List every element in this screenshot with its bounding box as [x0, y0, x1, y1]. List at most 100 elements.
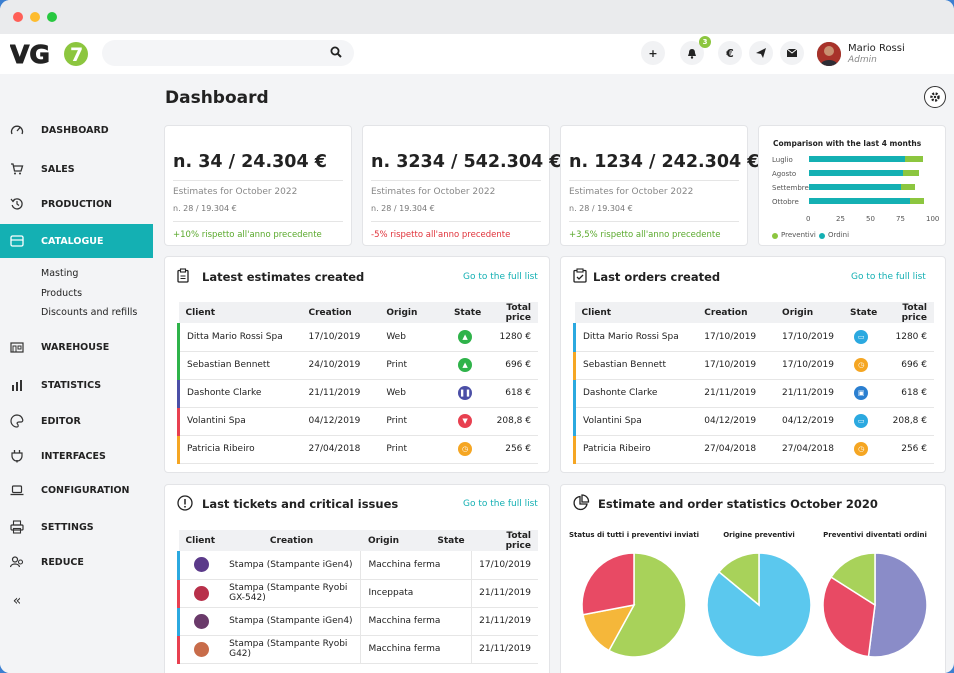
tick-label: 75 [896, 215, 905, 223]
client-cell: Patricia Ribeiro [573, 435, 698, 464]
user-avatar-icon [193, 585, 209, 601]
table-row[interactable]: Stampa (Stampante Ryobi G42) Macchina fer… [177, 635, 538, 664]
column-header[interactable]: Total price [879, 302, 934, 323]
pie-slice[interactable] [581, 552, 635, 616]
search-input[interactable] [102, 40, 354, 66]
table-row[interactable]: Volantini Spa 04/12/2019 Print ▼ 208,8 € [177, 407, 538, 436]
table-row[interactable]: Sebastian Bennett 17/10/2019 17/10/2019 ◷ 69… [573, 351, 934, 380]
full-list-link[interactable]: Go to the full list [463, 272, 538, 282]
clock-icon[interactable]: ◷ [458, 442, 473, 456]
sidebar-item-production[interactable]: PRODUCTION [0, 189, 153, 219]
table-row[interactable]: Stampa (Stampante iGen4) Macchina ferma 21… [177, 607, 538, 636]
thumbs-up-icon[interactable]: ▲ [458, 358, 473, 372]
sidebar-item-catalogue[interactable]: CATALOGUE [0, 224, 153, 258]
add-button[interactable]: + [641, 41, 665, 65]
issue-cell: Stampa (Stampante iGen4) [222, 551, 361, 580]
kpi-sub: n. 28 / 19.304 € [569, 204, 633, 213]
clock-icon[interactable]: ◷ [854, 442, 869, 456]
price-cell: 1280 € [483, 323, 538, 352]
column-header[interactable]: Client [574, 302, 698, 323]
sidebar-item-warehouse[interactable]: WAREHOUSE [0, 332, 153, 362]
column-header[interactable]: Creation [697, 302, 776, 323]
notifications-button[interactable]: 3 [680, 36, 711, 65]
sidebar-item-label: STATISTICS [41, 379, 102, 391]
user-role: Admin [848, 55, 877, 65]
kpi-card: n. 3234 / 542.304 € Estimates for Octobe… [362, 125, 561, 246]
box-icon[interactable]: ▣ [854, 386, 869, 400]
thumbs-down-icon[interactable]: ▼ [458, 414, 473, 428]
pause-icon[interactable]: ❚❚ [458, 386, 473, 400]
sidebar-item-configuration[interactable]: CONFIGURATION [0, 475, 153, 505]
settings-button[interactable] [924, 86, 946, 108]
palette-icon [9, 413, 25, 429]
table-row[interactable]: Ditta Mario Rossi Spa 17/10/2019 17/10/201… [573, 323, 934, 352]
svg-text:7: 7 [70, 44, 83, 66]
column-header[interactable]: Total price [483, 302, 538, 323]
origin-cell: Macchina ferma [360, 635, 472, 664]
sidebar-item-statistics[interactable]: STATISTICS [0, 370, 153, 400]
column-header[interactable]: Origin [775, 302, 843, 323]
table-row[interactable]: Ditta Mario Rossi Spa 17/10/2019 Web ▲ 1280 … [177, 323, 538, 352]
search-icon[interactable] [330, 46, 342, 58]
column-header[interactable]: Client [178, 530, 223, 551]
legend-dot-ordini [819, 233, 825, 239]
column-header[interactable]: Total price [471, 530, 538, 551]
column-header[interactable]: Creation [301, 302, 380, 323]
table-row[interactable]: Patricia Ribeiro 27/04/2018 Print ◷ 256 € [177, 435, 538, 464]
table-row[interactable]: Stampa (Stampante Ryobi GX-542) Inceppata… [177, 579, 538, 608]
sidebar-item-settings[interactable]: SETTINGS [0, 512, 153, 542]
close-window-button[interactable] [13, 12, 23, 22]
divider [569, 180, 739, 181]
sidebar-collapse-button[interactable]: « [0, 586, 153, 616]
submenu-discounts[interactable]: Discounts and refills [41, 307, 137, 318]
table-row[interactable]: Dashonte Clarke 21/11/2019 Web ❚❚ 618 € [177, 379, 538, 408]
state-cell: ◷ [446, 435, 484, 464]
column-header[interactable]: Origin [360, 530, 431, 551]
sidebar-item-interfaces[interactable]: INTERFACES [0, 441, 153, 471]
inbox-icon[interactable]: ▭ [854, 414, 869, 428]
messages-button[interactable] [780, 41, 804, 65]
pie-slice[interactable] [867, 552, 928, 658]
title-bar [0, 0, 954, 34]
full-list-link[interactable]: Go to the full list [463, 499, 538, 509]
notification-badge: 3 [699, 36, 711, 48]
minimize-window-button[interactable] [30, 12, 40, 22]
issue-cell: Stampa (Stampante iGen4) [222, 607, 361, 636]
creation-cell: 27/04/2018 [301, 435, 380, 464]
sidebar-item-sales[interactable]: SALES [0, 154, 153, 184]
table-row[interactable]: Volantini Spa 04/12/2019 04/12/2019 ▭ 208,8 … [573, 407, 934, 436]
thumbs-up-icon[interactable]: ▲ [458, 329, 473, 344]
submenu-products[interactable]: Products [41, 288, 82, 299]
submenu-masting[interactable]: Masting [41, 268, 78, 279]
sidebar-item-reduce[interactable]: REDUCE [0, 547, 153, 577]
table-row[interactable]: Stampa (Stampante iGen4) Macchina ferma 17… [177, 551, 538, 580]
column-header[interactable]: State [843, 302, 880, 323]
table-row[interactable]: Patricia Ribeiro 27/04/2018 27/04/2018 ◷ 256… [573, 435, 934, 464]
maximize-window-button[interactable] [47, 12, 57, 22]
column-header[interactable]: State [430, 530, 472, 551]
tick-label: 25 [836, 215, 845, 223]
svg-text:VG: VG [10, 40, 50, 69]
column-header[interactable]: Origin [379, 302, 447, 323]
currency-button[interactable]: € [718, 41, 742, 65]
inbox-icon[interactable]: ▭ [854, 329, 869, 344]
full-list-link[interactable]: Go to the full list [851, 272, 926, 282]
user-name[interactable]: Mario Rossi [848, 43, 905, 54]
column-header[interactable]: Creation [222, 530, 361, 551]
table-row[interactable]: Dashonte Clarke 21/11/2019 21/11/2019 ▣ 618 … [573, 379, 934, 408]
kpi-trend: -5% rispetto all'anno precedente [371, 230, 511, 240]
column-header[interactable]: Client [178, 302, 302, 323]
table-row[interactable]: Sebastian Bennett 24/10/2019 Print ▲ 696 € [177, 351, 538, 380]
kpi-value: n. 1234 / 242.304 € [569, 152, 760, 172]
vg7-logo[interactable]: VG 7 [10, 39, 90, 69]
send-button[interactable] [749, 41, 773, 65]
user-photo-icon [817, 42, 841, 66]
client-cell: Patricia Ribeiro [177, 435, 302, 464]
clock-icon[interactable]: ◷ [854, 358, 869, 372]
user-avatar[interactable] [817, 42, 841, 66]
sidebar-item-dashboard[interactable]: DASHBOARD [0, 115, 153, 145]
column-header[interactable]: State [446, 302, 484, 323]
client-cell: Volantini Spa [573, 407, 698, 436]
pie-title: Preventivi diventati ordini [823, 531, 927, 539]
sidebar-item-editor[interactable]: EDITOR [0, 406, 153, 436]
